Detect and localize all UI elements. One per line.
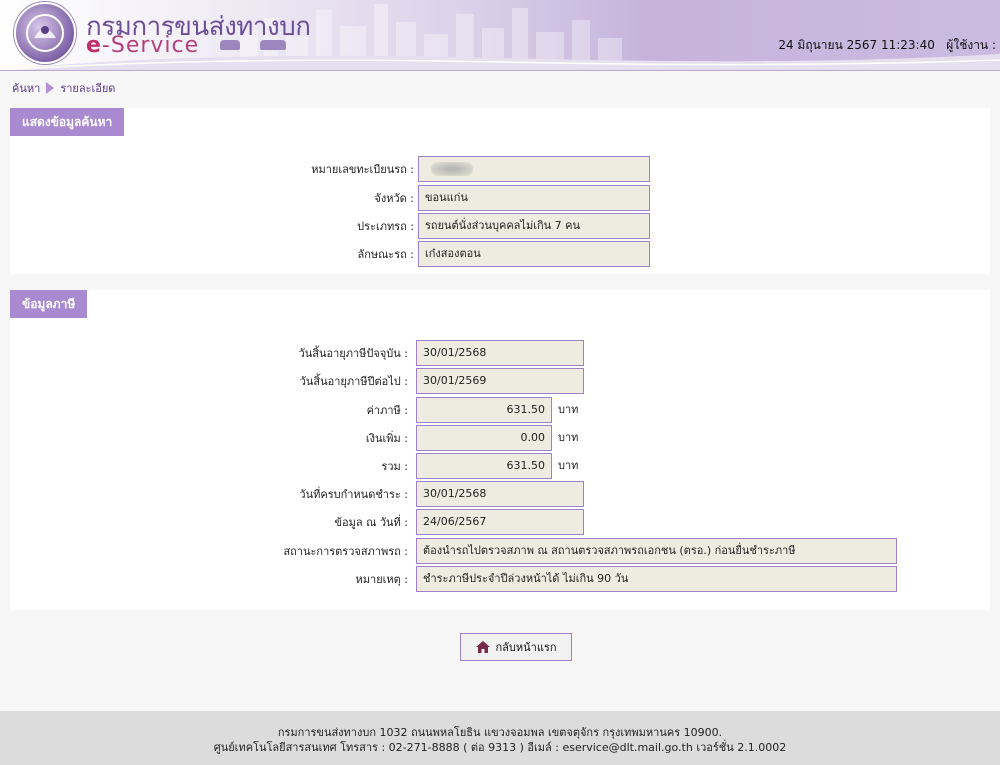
data-date-label: ข้อมูล ณ วันที่ : xyxy=(334,516,408,529)
due-date-label: วันที่ครบกำหนดชำระ : xyxy=(299,488,408,501)
next-expiry-label: วันสิ้นอายุภาษีปีต่อไป : xyxy=(299,375,408,388)
surcharge-label: เงินเพิ่ม : xyxy=(365,432,408,445)
remark-label: หมายเหตุ : xyxy=(355,573,408,586)
province-field: ขอนแก่น xyxy=(418,185,650,211)
breadcrumb: ค้นหา รายละเอียด xyxy=(12,79,115,97)
tax-amount-field: 631.50 xyxy=(416,397,552,423)
tax-amount-unit: บาท xyxy=(558,403,579,416)
breadcrumb-search-link[interactable]: ค้นหา xyxy=(12,79,40,97)
province-label: จังหวัด : xyxy=(374,192,414,205)
dlt-logo xyxy=(14,2,76,64)
total-label: รวม : xyxy=(381,460,408,473)
tax-section-title: ข้อมูลภาษี xyxy=(10,290,88,318)
footer-address: กรมการขนส่งทางบก 1032 ถนนพหลโยธิน แขวงจอ… xyxy=(277,726,723,739)
tax-amount-label: ค่าภาษี : xyxy=(366,404,408,417)
vehicle-type-label: ประเภทรถ : xyxy=(357,220,414,233)
header-status: 24 มิถุนายน 2567 11:23:40 ผู้ใช้งาน : xyxy=(778,36,996,55)
next-expiry-field: 30/01/2569 xyxy=(416,368,584,394)
inspection-status-field: ต้องนำรถไปตรวจสภาพ ณ สถานตรวจสภาพรถเอกชน… xyxy=(416,538,897,564)
surcharge-unit: บาท xyxy=(558,431,579,444)
tax-info-panel: ข้อมูลภาษี วันสิ้นอายุภาษีปัจจุบัน : 30/… xyxy=(10,290,990,610)
home-icon xyxy=(475,641,490,653)
surcharge-field: 0.00 xyxy=(416,425,552,451)
brand-eservice-rest: -Service xyxy=(101,33,200,58)
current-datetime: 24 มิถุนายน 2567 11:23:40 xyxy=(778,38,935,52)
header-banner: กรมการขนส่งทางบก e-Service 24 มิถุนายน 2… xyxy=(0,0,1000,71)
bus-icon xyxy=(260,40,286,50)
inspection-status-label: สถานะการตรวจสภาพรถ : xyxy=(283,545,408,558)
footer: กรมการขนส่งทางบก 1032 ถนนพหลโยธิน แขวงจอ… xyxy=(0,711,1000,765)
brand-eservice: e-Service xyxy=(86,33,199,58)
emblem-icon xyxy=(26,14,64,52)
brand-eservice-e: e xyxy=(86,33,102,58)
search-info-panel: แสดงข้อมูลค้นหา หมายเลขทะเบียนรถ : จังหว… xyxy=(10,108,990,274)
search-section-title: แสดงข้อมูลค้นหา xyxy=(10,108,125,136)
footer-contact: ศูนย์เทคโนโลยีสารสนเทศ โทรสาร : 02-271-8… xyxy=(213,741,787,754)
breadcrumb-arrow-icon xyxy=(46,82,55,94)
user-label: ผู้ใช้งาน : xyxy=(946,38,996,52)
vehicle-type-field: รถยนต์นั่งส่วนบุคคลไม่เกิน 7 คน xyxy=(418,213,650,239)
data-date-field: 24/06/2567 xyxy=(416,509,584,535)
current-expiry-field: 30/01/2568 xyxy=(416,340,584,366)
car-icon xyxy=(220,40,240,50)
plate-number-field xyxy=(418,156,650,182)
blurred-plate-value xyxy=(431,162,473,176)
body-style-field: เก๋งสองตอน xyxy=(418,241,650,267)
remark-field: ชำระภาษีประจำปีล่วงหน้าได้ ไม่เกิน 90 วั… xyxy=(416,566,897,592)
total-field: 631.50 xyxy=(416,453,552,479)
breadcrumb-current: รายละเอียด xyxy=(60,82,116,95)
home-button-label: กลับหน้าแรก xyxy=(495,641,557,654)
plate-label: หมายเลขทะเบียนรถ : xyxy=(311,163,414,176)
body-style-label: ลักษณะรถ : xyxy=(357,248,414,261)
due-date-field: 30/01/2568 xyxy=(416,481,584,507)
total-unit: บาท xyxy=(558,459,579,472)
home-button[interactable]: กลับหน้าแรก xyxy=(460,633,572,661)
current-expiry-label: วันสิ้นอายุภาษีปัจจุบัน : xyxy=(298,347,408,360)
